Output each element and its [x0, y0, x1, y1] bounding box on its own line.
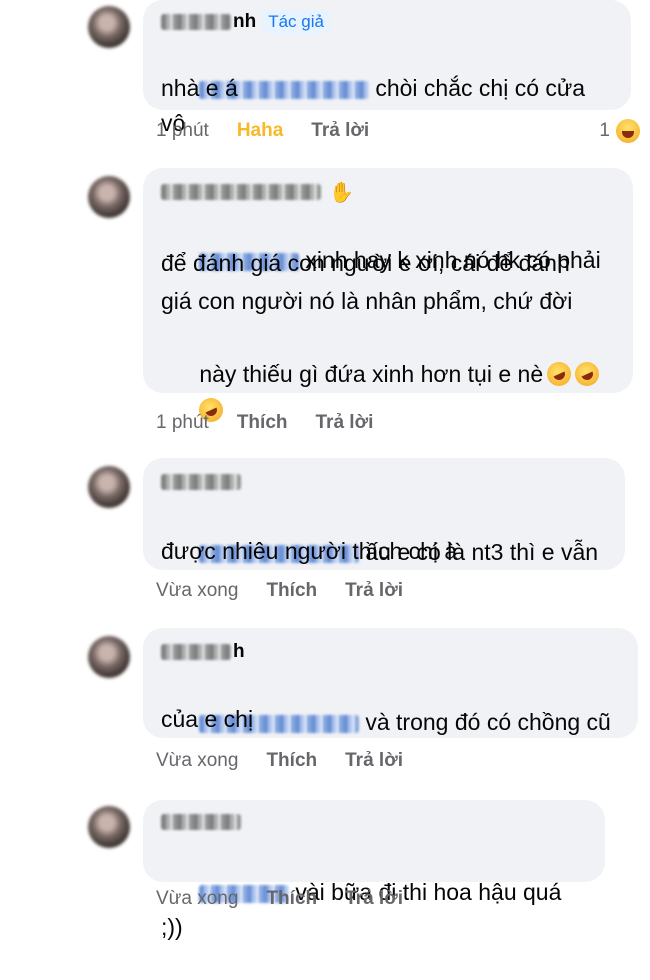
comment-text-line — [161, 358, 617, 463]
reaction-count[interactable]: 1 — [599, 119, 640, 143]
comment-bubble: ✋ xinh hay k xinh nó hk có phải để đánh … — [143, 168, 633, 426]
like-button[interactable]: Thích — [266, 580, 317, 602]
commenter-name[interactable]: h — [161, 638, 245, 666]
comment-bubble: h và trong đó có chồng cũ của e chị — [143, 628, 638, 738]
comment-text-line: để đánh giá con người e ơi, cái để đánh — [161, 250, 570, 276]
commenter-name[interactable] — [161, 808, 241, 836]
avatar[interactable] — [88, 176, 130, 218]
reply-button[interactable]: Trả lời — [311, 120, 369, 142]
commenter-name[interactable] — [161, 468, 241, 496]
comment-time[interactable]: Vừa xong — [156, 888, 238, 910]
comment-text-line: giá con người nó là nhân phẩm, chứ đời — [161, 288, 573, 314]
comment-bubble: ầu e có là nt3 thì e vẫn được nhiêu ngườ… — [143, 458, 625, 570]
name-suffix: nh — [233, 11, 257, 32]
laughing-emoji-icon — [616, 119, 640, 143]
comment-text: chòi chắc chị có cửa vô — [161, 75, 592, 136]
comment-actions: 1 phút Thích Trả lời — [156, 412, 401, 434]
comment-time[interactable]: Vừa xong — [156, 580, 238, 602]
like-button[interactable]: Thích — [266, 750, 317, 772]
name-suffix: h — [233, 641, 245, 662]
avatar[interactable] — [88, 466, 130, 508]
comment-time[interactable]: 1 phút — [156, 412, 209, 434]
comment-text: vài bữa đi thi hoa hậu quá ;)) — [161, 879, 568, 940]
avatar[interactable] — [88, 6, 130, 48]
blurred-name — [161, 644, 231, 660]
comment-time[interactable]: 1 phút — [156, 120, 209, 142]
author-badge: Tác giả — [262, 10, 330, 34]
blurred-name — [161, 814, 241, 830]
reaction-count-number: 1 — [599, 120, 610, 141]
comment-bubble: nh Tác giả chòi chắc chị có cửa vô nhà e… — [143, 0, 631, 136]
comment-text-line: nhà e á — [161, 75, 238, 101]
blurred-name — [161, 14, 231, 30]
reply-button[interactable]: Trả lời — [316, 412, 374, 434]
avatar[interactable] — [88, 806, 130, 848]
comment-time[interactable]: Vừa xong — [156, 750, 238, 772]
like-button[interactable]: Thích — [266, 888, 317, 910]
commenter-name[interactable]: nh Tác giả — [161, 8, 330, 36]
comment-text-line: của e chị — [161, 706, 254, 732]
comment-actions: Vừa xong Thích Trả lời — [156, 580, 431, 602]
reaction-button[interactable]: Haha — [237, 120, 283, 142]
commenter-name[interactable]: ✋ — [161, 178, 354, 206]
blurred-name — [161, 184, 321, 200]
waving-hand-icon: ✋ — [329, 181, 354, 204]
comment-bubble: vài bữa đi thi hoa hậu quá ;)) — [143, 800, 605, 940]
reply-button[interactable]: Trả lời — [345, 580, 403, 602]
reply-button[interactable]: Trả lời — [345, 888, 403, 910]
like-button[interactable]: Thích — [237, 412, 288, 434]
avatar[interactable] — [88, 636, 130, 678]
comment-actions: 1 phút Haha Trả lời — [156, 120, 397, 142]
comment-actions: Vừa xong Thích Trả lời — [156, 750, 431, 772]
blurred-name — [161, 474, 241, 490]
comment-text-line: được nhiêu người thích chị à — [161, 538, 458, 564]
reply-button[interactable]: Trả lời — [345, 750, 403, 772]
comment-actions: Vừa xong Thích Trả lời — [156, 888, 431, 910]
